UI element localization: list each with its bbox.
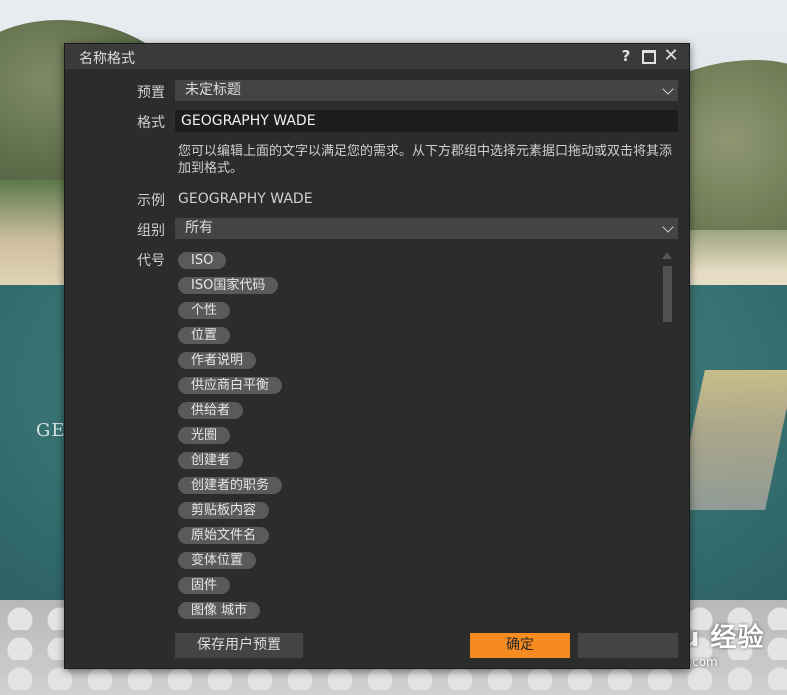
dialog-titlebar[interactable]: 名称格式 ? ✕ — [65, 44, 689, 69]
token-chip[interactable]: 作者说明 — [178, 352, 257, 369]
token-chip[interactable]: 光圈 — [178, 427, 231, 444]
group-label: 组别 — [137, 223, 165, 239]
token-chip[interactable]: ISO国家代码 — [178, 277, 279, 294]
photo-watermark: GE — [36, 420, 66, 441]
chevron-down-icon — [662, 83, 674, 95]
token-chip[interactable]: 供给者 — [178, 402, 244, 419]
group-select[interactable]: 所有 — [175, 218, 678, 239]
help-text: 您可以编辑上面的文字以满足您的需求。从下方郡组中选择元素据口拖动或双击将其添加到… — [178, 144, 673, 176]
format-label: 格式 — [137, 115, 165, 131]
token-chip[interactable]: ISO — [178, 252, 227, 269]
token-chip[interactable]: 供应商白平衡 — [178, 377, 283, 394]
token-list[interactable]: ISO ISO国家代码 个性位置作者说明供应商白平衡 供给者光圈创建者创建者的职务 剪贴… — [178, 249, 658, 621]
token-chip[interactable]: 图像 城市 — [178, 602, 261, 619]
chevron-down-icon — [662, 221, 674, 233]
maximize-icon[interactable] — [640, 46, 658, 66]
token-chip[interactable]: 剪贴板内容 — [178, 502, 270, 519]
token-chip[interactable]: 变体位置 — [178, 552, 257, 569]
token-chip[interactable]: 位置 — [178, 327, 231, 344]
token-chip[interactable]: 原始文件名 — [178, 527, 270, 544]
save-user-preset-button[interactable]: 保存用户预置 — [175, 633, 303, 658]
preset-label: 预置 — [137, 85, 165, 101]
group-value: 所有 — [185, 220, 213, 236]
scroll-up-arrow-icon[interactable] — [662, 252, 672, 259]
tokens-label: 代号 — [137, 253, 165, 269]
name-format-dialog: 名称格式 ? ✕ 预置 未定标题 格式 您可以编辑上面的文字以满足您的需求。从下… — [64, 43, 690, 669]
dialog-title: 名称格式 — [79, 51, 135, 67]
token-chip[interactable]: 创建者 — [178, 452, 244, 469]
cancel-button[interactable] — [578, 633, 678, 658]
format-input[interactable] — [175, 110, 678, 132]
token-chip[interactable]: 个性 — [178, 302, 231, 319]
preset-select[interactable]: 未定标题 — [175, 80, 678, 101]
preset-value: 未定标题 — [185, 82, 241, 98]
ok-button[interactable]: 确定 — [470, 633, 570, 658]
example-label: 示例 — [137, 193, 165, 209]
help-icon[interactable]: ? — [617, 46, 635, 66]
scrollbar-thumb[interactable] — [663, 266, 672, 322]
token-chip[interactable]: 固件 — [178, 577, 231, 594]
example-value: GEOGRAPHY WADE — [178, 191, 313, 207]
token-chip[interactable]: 创建者的职务 — [178, 477, 283, 494]
close-icon[interactable]: ✕ — [662, 46, 680, 66]
